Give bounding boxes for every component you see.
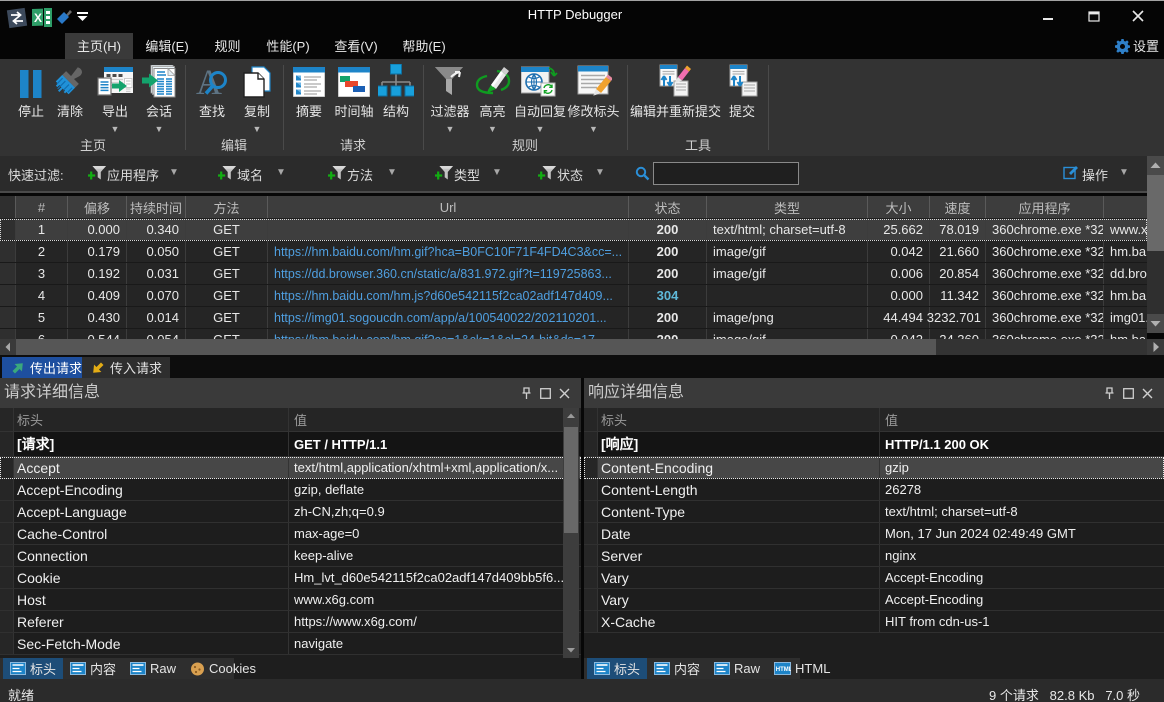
svg-text:HTML: HTML bbox=[776, 667, 791, 673]
svg-text:A: A bbox=[196, 65, 222, 99]
